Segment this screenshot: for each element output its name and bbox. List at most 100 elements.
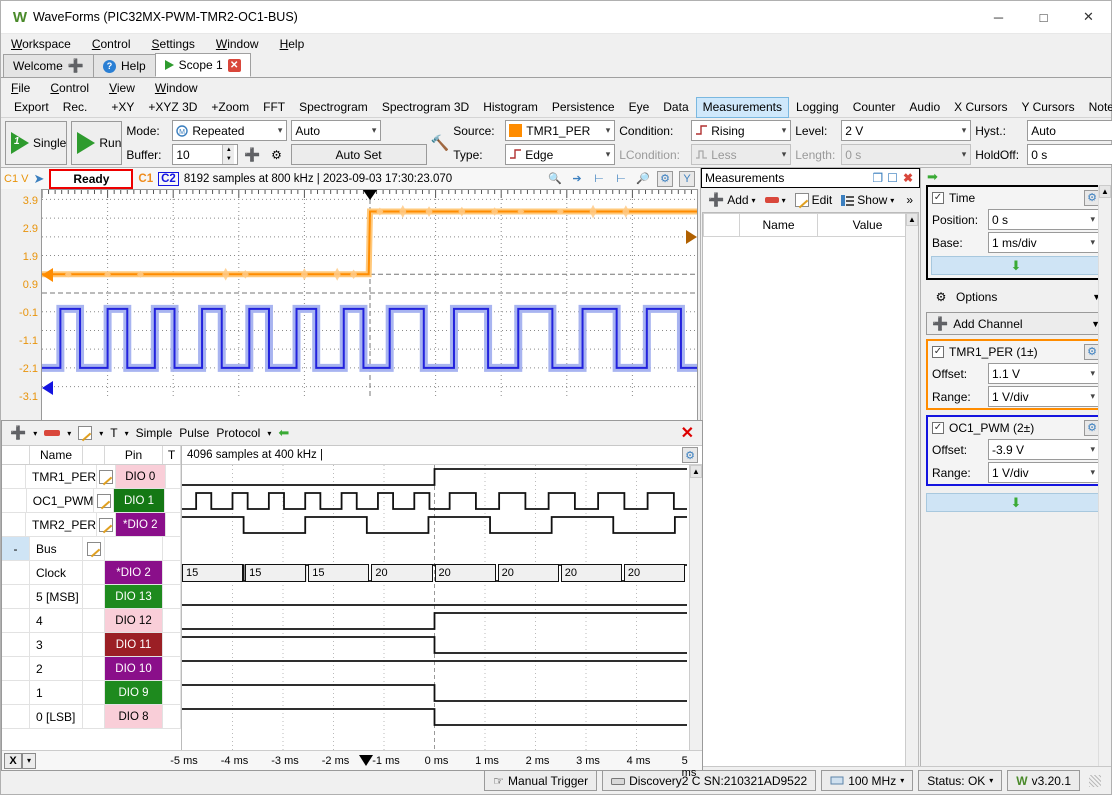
logic-channel-row[interactable]: 2DIO 10 [2,657,181,681]
device-button[interactable]: Discovery2 C SN:210321AD9522 [602,770,816,791]
logic-pin-badge[interactable]: DIO 13 [105,585,163,608]
measure-full-icon[interactable]: ⊢ [613,171,629,187]
logic-channel-row[interactable]: 1DIO 9 [2,681,181,705]
add-buffer-icon[interactable]: ➕ [244,147,260,163]
logic-scrollbar[interactable]: ▲ [689,465,702,750]
minimize-button[interactable]: ─ [976,1,1021,34]
chevron-down-icon-25[interactable]: ▾ [125,429,129,438]
holdoff-select[interactable]: 0 s ▾ [1027,144,1112,165]
view-notes[interactable]: Notes [1082,98,1112,116]
measurements-scrollbar[interactable]: ▲ [905,213,918,770]
pencil-icon[interactable] [97,494,111,508]
ch1-offset-select[interactable]: 1.1 V▾ [988,363,1100,384]
chevron-down-icon-24[interactable]: ▾ [99,429,103,438]
view-logging[interactable]: Logging [789,98,846,116]
close-panel-icon[interactable]: ✖ [903,171,913,185]
logic-close-icon[interactable]: ✕ [681,423,694,443]
hyst-select[interactable]: Auto ▾ [1027,120,1112,141]
scroll-up-icon[interactable]: ▲ [906,213,918,226]
logic-channel-row[interactable]: OC1_PWMDIO 1 [2,489,181,513]
buffer-up-icon[interactable]: ▲ [223,145,234,155]
manual-trigger-button[interactable]: ☞ Manual Trigger [484,770,597,791]
view-counter[interactable]: Counter [846,98,903,116]
clock-button[interactable]: 100 MHz ▾ [821,770,913,791]
logic-pin-badge[interactable]: DIO 11 [105,633,163,656]
logic-channel-row[interactable]: 0 [LSB]DIO 8 [2,705,181,729]
status-button[interactable]: Status: OK ▾ [918,770,1002,791]
logic-add-icon[interactable]: ➕ [10,425,26,441]
plus-icon[interactable]: ➕ [68,58,84,74]
sidebar-scroll-up-icon[interactable]: ▲ [1099,185,1111,198]
ch2-offset-marker[interactable] [42,381,53,395]
logic-simple-button[interactable]: Simple [136,426,173,440]
remove-measurement-button[interactable]: ▾ [762,195,789,206]
ch1-checkbox[interactable]: ✓ [932,346,944,358]
menu-inst-control[interactable]: Control [50,81,89,95]
ch1-range-select[interactable]: 1 V/div▾ [988,386,1100,407]
menu-workspace[interactable]: Workspace [11,37,71,51]
options-button[interactable]: ⚙ Options ▼ [926,285,1106,308]
zoom-fit-icon[interactable]: 🔎 [635,171,651,187]
logic-trigger-marker[interactable] [359,755,373,766]
view-audio[interactable]: Audio [902,98,947,116]
logic-pin-badge[interactable]: DIO 1 [114,489,165,512]
pencil-icon[interactable] [99,518,113,532]
view-persistence[interactable]: Persistence [545,98,622,116]
cursor-arrow-icon[interactable]: ➤ [33,171,44,187]
menu-inst-window[interactable]: Window [155,81,198,95]
logic-pin-badge[interactable]: DIO 9 [105,681,163,704]
view-export[interactable]: Export [7,98,56,116]
chevron-down-icon-26[interactable]: ▾ [267,429,271,438]
collapse-sidebar-icon[interactable]: ➡ [927,169,938,185]
measurements-overflow-icon[interactable]: » [906,193,916,207]
view-xyz3d[interactable]: +XYZ 3D [141,98,204,116]
time-base-select[interactable]: 1 ms/div▾ [988,232,1100,253]
buffer-spin-buttons[interactable]: ▲▼ [222,145,234,164]
view-eye[interactable]: Eye [622,98,657,116]
view-ycursors[interactable]: Y Cursors [1014,98,1081,116]
ch2-checkbox[interactable]: ✓ [932,422,944,434]
logic-edit-icon[interactable] [78,426,92,440]
source-select[interactable]: TMR1_PER ▾ [505,120,615,141]
time-download-bar[interactable]: ⬇ [931,256,1101,275]
chevron-down-icon-22[interactable]: ▾ [33,429,37,438]
mode-select[interactable]: M Repeated ▾ [172,120,287,141]
tab-welcome[interactable]: Welcome ➕ [3,54,94,77]
logic-waveform-area[interactable]: 4096 samples at 400 kHz | ⚙ 151515202020… [182,446,702,750]
ch1-offset-marker[interactable] [42,268,53,282]
version-button[interactable]: W v3.20.1 [1007,770,1080,791]
time-position-select[interactable]: 0 s▾ [988,209,1100,230]
maximize-panel-icon[interactable]: ☐ [887,171,898,185]
menu-file[interactable]: File [11,81,30,95]
logic-channel-row[interactable]: 4DIO 12 [2,609,181,633]
sidebar-scrollbar[interactable]: ▲ [1098,185,1111,771]
logic-channel-row[interactable]: TMR2_PER*DIO 2 [2,513,181,537]
close-icon[interactable]: ✕ [228,59,241,72]
pencil-icon[interactable] [87,542,101,556]
view-measurements[interactable]: Measurements [696,97,789,118]
trigger-position-marker[interactable] [363,190,377,200]
run-button[interactable]: Run [71,121,122,165]
view-spectrogram3d[interactable]: Spectrogram 3D [375,98,476,116]
channel-badge-c1[interactable]: C1 [138,173,153,185]
measurements-grid[interactable]: Name Value ▲ [702,212,919,771]
logic-channel-row[interactable]: 3DIO 11 [2,633,181,657]
menu-control[interactable]: Control [92,37,131,51]
channel-badge-c2[interactable]: C2 [158,172,179,186]
y-axis-button[interactable]: Y [679,171,695,187]
logic-pin-badge[interactable]: DIO 8 [105,705,163,728]
mode-auto-select[interactable]: Auto ▾ [291,120,381,141]
logic-pin-badge[interactable]: *DIO 2 [116,513,166,536]
measure-left-icon[interactable]: ⊢ [591,171,607,187]
menu-help[interactable]: Help [280,37,305,51]
logic-remove-icon[interactable] [44,430,60,436]
view-zoom[interactable]: +Zoom [204,98,256,116]
tab-help[interactable]: ? Help [93,54,156,77]
logic-pin-badge[interactable]: DIO 0 [116,465,166,488]
logic-pin-badge[interactable]: DIO 10 [105,657,163,680]
logic-gear-icon[interactable]: ⚙ [682,447,698,463]
resize-grip-icon[interactable] [1089,775,1101,787]
pointer-icon[interactable]: ➔ [569,171,585,187]
close-button[interactable]: ✕ [1066,1,1111,34]
view-data[interactable]: Data [656,98,695,116]
